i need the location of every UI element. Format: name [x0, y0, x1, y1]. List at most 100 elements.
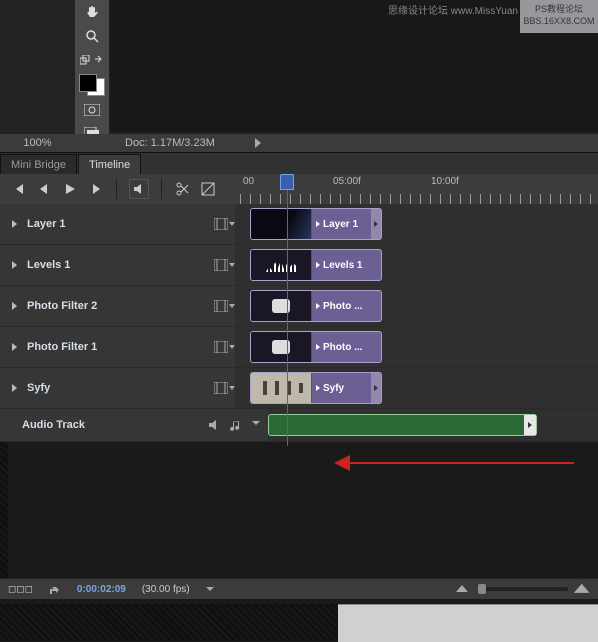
filmstrip-icon[interactable]	[213, 299, 229, 313]
clip[interactable]: Photo ...	[250, 331, 382, 363]
track-name: Syfy	[27, 382, 50, 394]
expand-track-icon[interactable]	[12, 261, 17, 269]
expand-track-icon[interactable]	[12, 384, 17, 392]
zoom-slider-thumb[interactable]	[478, 584, 486, 594]
swap-icon[interactable]	[94, 50, 104, 70]
track-row: Photo Filter 1 Photo ...	[0, 327, 598, 368]
audio-note-icon[interactable]	[230, 419, 242, 431]
zoom-out-icon[interactable]	[456, 585, 470, 593]
audio-speaker-icon[interactable]	[208, 419, 220, 431]
track-row: Syfy Syfy	[0, 368, 598, 409]
go-to-first-frame-icon[interactable]	[10, 181, 26, 197]
filmstrip-icon[interactable]	[213, 258, 229, 272]
track-header[interactable]: Photo Filter 1	[0, 327, 235, 367]
doc-size: Doc: 1.17M/3.23M	[125, 137, 215, 149]
clip-endcap-icon[interactable]	[371, 373, 381, 403]
expand-track-icon[interactable]	[12, 220, 17, 228]
audio-clip-endcap-icon[interactable]	[524, 415, 536, 435]
clip-thumbnail	[251, 332, 312, 362]
audio-clip[interactable]	[268, 414, 537, 436]
track-row: Levels 1 Levels 1	[0, 245, 598, 286]
clip-label-area: Layer 1	[312, 209, 381, 239]
stack-back-icon[interactable]	[80, 50, 90, 70]
zoom-tool-icon[interactable]	[81, 26, 103, 46]
color-swatch[interactable]	[79, 74, 105, 96]
track-lane[interactable]: Levels 1	[235, 245, 598, 285]
track-name: Photo Filter 1	[27, 341, 97, 353]
track-lane[interactable]: Photo ...	[235, 286, 598, 326]
mute-icon[interactable]	[129, 179, 149, 199]
timeline-transport	[0, 174, 245, 205]
zoom-slider[interactable]	[478, 587, 568, 591]
tab-mini-bridge[interactable]: Mini Bridge	[0, 154, 77, 175]
track-header[interactable]: Photo Filter 2	[0, 286, 235, 326]
watermark-box: PS教程论坛 BBS.16XX8.COM	[520, 0, 598, 33]
clip[interactable]: Photo ...	[250, 290, 382, 322]
watermark-line2: BBS.16XX8.COM	[520, 15, 598, 27]
fps-caret-icon[interactable]	[206, 585, 214, 593]
clip-play-icon	[316, 385, 320, 391]
track-lane[interactable]: Syfy	[235, 368, 598, 408]
playhead-handle[interactable]	[280, 174, 294, 190]
status-menu-icon[interactable]	[255, 138, 261, 148]
expand-track-icon[interactable]	[12, 302, 17, 310]
canvas-area	[0, 0, 598, 152]
clip-play-icon	[316, 303, 320, 309]
ruler-tick-0: 00	[243, 176, 254, 187]
play-icon[interactable]	[62, 181, 78, 197]
clip-label-area: Photo ...	[312, 332, 381, 362]
share-icon[interactable]	[49, 583, 61, 595]
tool-column	[75, 0, 109, 144]
filmstrip-icon[interactable]	[213, 340, 229, 354]
zoom-level[interactable]: 100%	[0, 137, 75, 149]
audio-track-header[interactable]: Audio Track	[0, 409, 268, 441]
clip-endcap-icon[interactable]	[371, 209, 381, 239]
audio-track-name: Audio Track	[22, 419, 85, 431]
clip[interactable]: Levels 1	[250, 249, 382, 281]
track-lane[interactable]: Photo ...	[235, 327, 598, 367]
transition-icon[interactable]	[200, 181, 216, 197]
track-lane[interactable]: Layer 1	[235, 204, 598, 244]
hand-tool-icon[interactable]	[81, 2, 103, 22]
next-frame-icon[interactable]	[88, 181, 104, 197]
ruler-tick-1: 05:00f	[333, 176, 361, 187]
track-header[interactable]: Layer 1	[0, 204, 235, 244]
foreground-color[interactable]	[79, 74, 97, 92]
clip-play-icon	[316, 262, 320, 268]
clip[interactable]: Layer 1	[250, 208, 382, 240]
audio-menu-caret-icon[interactable]	[252, 419, 260, 431]
tab-timeline[interactable]: Timeline	[78, 154, 141, 175]
track-row: Photo Filter 2 Photo ...	[0, 286, 598, 327]
clip-thumbnail	[251, 250, 312, 280]
clip-play-icon	[316, 221, 320, 227]
clip[interactable]: Syfy	[250, 372, 382, 404]
zoom-in-icon[interactable]	[574, 584, 592, 594]
split-clip-icon[interactable]	[174, 181, 190, 197]
current-time[interactable]: 0:00:02:09	[77, 584, 126, 595]
clip-label: Photo ...	[323, 342, 362, 353]
frames-indicator: ◻◻◻	[8, 584, 33, 595]
track-header[interactable]: Syfy	[0, 368, 235, 408]
playhead-line	[287, 188, 288, 446]
clip-label-area: Levels 1	[312, 250, 381, 280]
tracks-container: Layer 1 Layer 1 Levels 1	[0, 204, 598, 442]
clip-label: Levels 1	[323, 260, 362, 271]
prev-frame-icon[interactable]	[36, 181, 52, 197]
filmstrip-icon[interactable]	[213, 217, 229, 231]
ruler-tick-2: 10:00f	[431, 176, 459, 187]
quickmask-icon[interactable]	[81, 100, 103, 120]
clip-label-area: Photo ...	[312, 291, 381, 321]
fps-display: (30.00 fps)	[142, 584, 190, 595]
clip-label: Layer 1	[323, 219, 358, 230]
clip-thumbnail	[251, 291, 312, 321]
track-name: Photo Filter 2	[27, 300, 97, 312]
audio-lane[interactable]	[268, 409, 598, 441]
filmstrip-icon[interactable]	[213, 381, 229, 395]
annotation-arrow	[334, 460, 574, 466]
track-name: Levels 1	[27, 259, 70, 271]
track-header[interactable]: Levels 1	[0, 245, 235, 285]
track-name: Layer 1	[27, 218, 66, 230]
expand-track-icon[interactable]	[12, 343, 17, 351]
clip-label: Syfy	[323, 383, 344, 394]
clip-label-area: Syfy	[312, 373, 381, 403]
